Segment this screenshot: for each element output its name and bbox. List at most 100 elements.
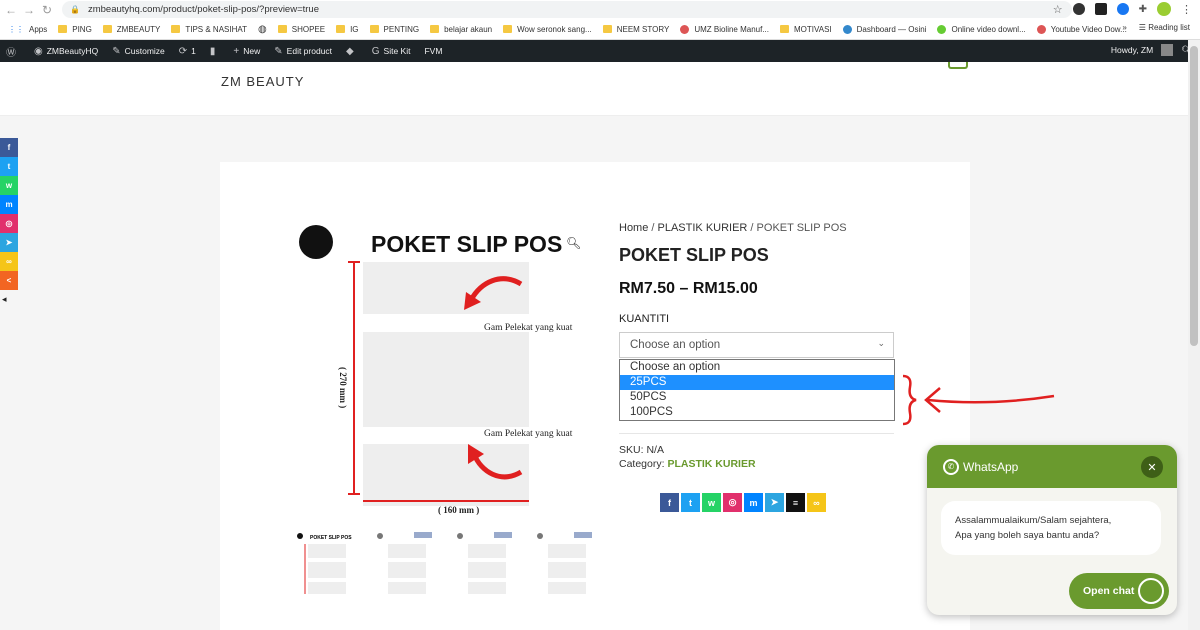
- extension-icon[interactable]: [1094, 3, 1107, 15]
- site-logo[interactable]: ZM BEAUTY: [221, 74, 304, 89]
- wp-site-link[interactable]: ◉ ZMBeautyHQ: [34, 46, 98, 57]
- copy-link-icon[interactable]: ∞: [0, 252, 18, 271]
- category-link[interactable]: PLASTIK KURIER: [667, 458, 755, 470]
- quantity-select[interactable]: Choose an option ⌄: [619, 332, 894, 358]
- instagram-icon[interactable]: ◎: [723, 493, 742, 512]
- wp-updates-link[interactable]: ⟳ 1: [179, 46, 196, 57]
- dropdown-option-selected[interactable]: 25PCS: [620, 375, 894, 390]
- thumbnail[interactable]: POKET SLIP POS: [296, 532, 356, 600]
- thumbnail[interactable]: [376, 532, 436, 600]
- wp-comments-link[interactable]: ▮: [210, 46, 220, 57]
- height-label: ( 270 mm ): [338, 367, 348, 408]
- messenger-icon[interactable]: m: [744, 493, 763, 512]
- thumbnail[interactable]: [536, 532, 596, 600]
- bookmark-item[interactable]: TIPS & NASIHAT: [171, 25, 247, 34]
- facebook-icon[interactable]: f: [0, 138, 18, 157]
- wp-customize-link[interactable]: ✎ Customize: [112, 46, 165, 57]
- folder-icon: [171, 25, 181, 33]
- menu-toggle-button[interactable]: [948, 62, 968, 69]
- width-label: ( 160 mm ): [438, 505, 479, 515]
- site-favicon-icon: [842, 24, 852, 34]
- reload-icon[interactable]: ↻: [40, 3, 54, 17]
- zoom-icon[interactable]: 🔍︎: [566, 236, 581, 250]
- wp-new-link[interactable]: + New: [233, 46, 260, 57]
- site-favicon-icon: [1036, 24, 1046, 34]
- more-bookmarks-icon[interactable]: »: [1122, 23, 1126, 32]
- bookmark-item[interactable]: Wow seronok sang...: [503, 25, 592, 34]
- facebook-extension-icon[interactable]: [1116, 3, 1129, 15]
- wp-logo-icon[interactable]: Ⓦ: [6, 44, 20, 59]
- dropdown-option[interactable]: 50PCS: [620, 390, 894, 405]
- facebook-icon[interactable]: f: [660, 493, 679, 512]
- telegram-icon[interactable]: ➤: [765, 493, 784, 512]
- bookmark-item[interactable]: SHOPEE: [277, 25, 325, 34]
- address-bar[interactable]: 🔒 zmbeautyhq.com/product/poket-slip-pos/…: [62, 1, 1072, 18]
- wp-diamond-link[interactable]: ◆: [346, 46, 358, 57]
- whatsapp-title: WhatsApp: [963, 459, 1019, 474]
- bookmark-item[interactable]: PENTING: [369, 25, 419, 34]
- diamond-icon: ◆: [346, 45, 354, 57]
- bookmark-item[interactable]: ZMBEAUTY: [102, 25, 160, 34]
- reading-list-button[interactable]: ☰ Reading list: [1139, 23, 1190, 32]
- close-icon[interactable]: ✕: [1141, 456, 1163, 478]
- bookmark-item[interactable]: UMZ Bioline Manuf...: [680, 24, 769, 34]
- extension-icon[interactable]: [1072, 3, 1085, 15]
- glue-label: Gam Pelekat yang kuat: [484, 429, 573, 439]
- reading-list-icon: ☰: [1138, 23, 1146, 32]
- back-icon[interactable]: ←: [4, 3, 18, 17]
- bookmark-item[interactable]: PING: [58, 25, 92, 34]
- whatsapp-widget: ✆ WhatsApp ✕ Assalammualaikum/Salam seja…: [927, 445, 1177, 615]
- messenger-icon[interactable]: m: [0, 195, 18, 214]
- select-value: Choose an option: [630, 339, 721, 351]
- forward-icon[interactable]: →: [22, 3, 36, 17]
- comment-icon: ▮: [209, 45, 216, 57]
- whatsapp-icon[interactable]: w: [0, 176, 18, 195]
- whatsapp-message: Assalammualaikum/Salam sejahtera, Apa ya…: [941, 501, 1161, 555]
- whatsapp-icon[interactable]: w: [702, 493, 721, 512]
- telegram-icon[interactable]: ➤: [0, 233, 18, 252]
- dropdown-option[interactable]: 100PCS: [620, 405, 894, 420]
- bookmark-item[interactable]: belajar akaun: [430, 25, 492, 34]
- plus-icon: +: [233, 45, 240, 57]
- bookmark-item[interactable]: MOTIVASI: [780, 25, 832, 34]
- puzzle-icon[interactable]: ✚: [1139, 4, 1147, 15]
- dropdown-option[interactable]: Choose an option: [620, 360, 894, 375]
- share-icon[interactable]: <: [0, 271, 18, 290]
- wp-sitekit-link[interactable]: G Site Kit: [372, 46, 411, 57]
- scrollbar-thumb[interactable]: [1190, 46, 1198, 346]
- instagram-icon[interactable]: ◎: [0, 214, 18, 233]
- twitter-icon[interactable]: t: [0, 157, 18, 176]
- hide-icon[interactable]: ◂: [2, 294, 18, 305]
- avatar[interactable]: [1157, 2, 1171, 16]
- bookmark-item[interactable]: Dashboard — Osini: [842, 24, 926, 34]
- bookmark-item[interactable]: ⋮⋮ Apps: [8, 25, 47, 34]
- breadcrumb: Home / PLASTIK KURIER / POKET SLIP POS: [619, 222, 847, 234]
- open-chat-button[interactable]: Open chat: [1069, 573, 1169, 609]
- copy-link-icon[interactable]: ∞: [807, 493, 826, 512]
- twitter-icon[interactable]: t: [681, 493, 700, 512]
- bookmark-item[interactable]: Online video downl...: [937, 24, 1026, 34]
- image-title: POKET SLIP POS: [371, 231, 562, 257]
- breadcrumb-home-link[interactable]: Home: [619, 222, 648, 234]
- brand-logo-icon: [299, 225, 333, 259]
- wp-edit-product-link[interactable]: ✎ Edit product: [274, 46, 332, 57]
- bookmark-item[interactable]: IG: [336, 25, 359, 34]
- folder-icon: [58, 25, 68, 33]
- share-buttons: f t w ◎ m ➤ ≡ ∞: [660, 493, 826, 512]
- product-image[interactable]: POKET SLIP POS Gam Pelekat yang kuat Gam…: [296, 222, 586, 522]
- star-icon[interactable]: ☆: [1053, 3, 1063, 16]
- buffer-icon[interactable]: ≡: [786, 493, 805, 512]
- wp-howdy[interactable]: Howdy, ZM: [1111, 45, 1153, 55]
- google-icon: G: [371, 45, 380, 57]
- site-header: ZM BEAUTY: [0, 62, 1188, 116]
- bookmark-item[interactable]: Youtube Video Dow...: [1036, 24, 1127, 34]
- menu-dots-icon[interactable]: ⋮: [1181, 3, 1192, 16]
- folder-icon: [277, 25, 287, 33]
- bookmark-item[interactable]: NEEM STORY: [602, 25, 669, 34]
- thumbnail[interactable]: [456, 532, 516, 600]
- scrollbar[interactable]: [1188, 40, 1200, 630]
- breadcrumb-category-link[interactable]: PLASTIK KURIER: [658, 222, 748, 234]
- avatar[interactable]: [1161, 44, 1174, 56]
- wp-fvm-link[interactable]: FVM: [424, 46, 442, 56]
- bookmark-item[interactable]: ◍: [258, 24, 267, 35]
